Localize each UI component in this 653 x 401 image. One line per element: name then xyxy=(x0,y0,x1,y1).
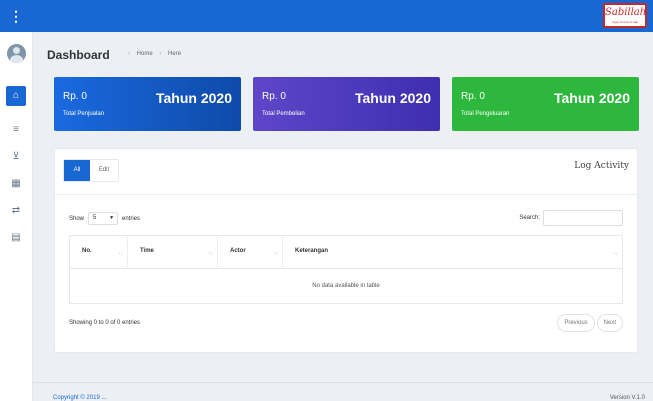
column-label: No. xyxy=(82,248,92,254)
entries-length-control: Show 5 ▼ entries xyxy=(69,212,140,225)
sales-year: Tahun 2020 xyxy=(156,90,232,106)
purchase-caption: Total Pembelian xyxy=(262,111,305,117)
breadcrumb: › Home › Here xyxy=(123,51,181,57)
divider xyxy=(55,194,637,195)
column-label: Actor xyxy=(230,248,246,254)
logo-subtitle: Agen Umroh & Haji xyxy=(612,20,638,24)
column-header-no[interactable]: No. ↑↓ xyxy=(70,236,128,268)
sidebar-item-transfer[interactable]: ⇄ xyxy=(6,201,26,221)
search-label: Search: xyxy=(519,215,540,221)
column-label: Time xyxy=(140,248,154,254)
breadcrumb-current: Here xyxy=(168,51,182,57)
sort-icon: ↑↓ xyxy=(208,251,213,257)
database-icon: ≡ xyxy=(13,124,19,135)
panel-title: Log Activity xyxy=(574,161,629,171)
brand-logo[interactable]: Sabillah Agen Umroh & Haji xyxy=(603,3,647,28)
sidebar: ⌂ ≡ ⊻ ▦ ⇄ ▤ xyxy=(0,32,33,401)
footer-version: Version V.1.0 xyxy=(609,395,645,401)
expense-year: Tahun 2020 xyxy=(554,90,630,106)
previous-button[interactable]: Previous xyxy=(557,314,595,332)
sidebar-item-home[interactable]: ⌂ xyxy=(6,86,26,106)
sales-amount: Rp. 0 xyxy=(63,91,87,102)
expense-summary-card: Rp. 0 Tahun 2020 Total Pengeluaran xyxy=(452,77,639,131)
sort-icon: ↑↓ xyxy=(613,251,618,257)
table-search: Search: xyxy=(519,210,623,226)
next-button[interactable]: Next xyxy=(596,314,623,332)
pagination: Previous Next xyxy=(557,314,623,332)
sidebar-item-report[interactable]: ▤ xyxy=(6,228,26,248)
kebab-menu-icon[interactable]: ⋮ xyxy=(8,6,24,26)
table-header: No. ↑↓ Time ↑↓ Actor ↑↓ Keterangan ↑↓ xyxy=(70,236,622,269)
report-icon: ▤ xyxy=(11,232,21,243)
empty-table-message: No data available in table xyxy=(312,283,380,289)
purchase-summary-card: Rp. 0 Tahun 2020 Total Pembelian xyxy=(253,77,440,131)
table-info: Showing 0 to 0 of 0 entries xyxy=(69,320,141,326)
user-avatar[interactable] xyxy=(7,44,26,63)
entries-select[interactable]: 5 ▼ xyxy=(88,212,119,225)
column-header-time[interactable]: Time ↑↓ xyxy=(128,236,218,268)
entries-value: 5 xyxy=(93,215,97,221)
search-input[interactable] xyxy=(543,210,623,226)
log-table: No. ↑↓ Time ↑↓ Actor ↑↓ Keterangan ↑↓ No dat… xyxy=(69,235,623,304)
sidebar-item-database[interactable]: ≡ xyxy=(6,120,26,140)
chevron-right-icon: › xyxy=(128,51,130,57)
page-title: Dashboard xyxy=(47,48,110,62)
sidebar-item-cart[interactable]: ⊻ xyxy=(6,147,26,167)
tab-edit[interactable]: Edit xyxy=(90,160,118,181)
sidebar-item-calendar[interactable]: ▦ xyxy=(6,174,26,194)
top-navbar: ⋮ Sabillah Agen Umroh & Haji xyxy=(0,0,653,32)
sort-icon: ↑↓ xyxy=(273,251,278,257)
tab-all[interactable]: All xyxy=(64,160,90,181)
show-label: Show xyxy=(69,215,85,222)
chevron-right-icon: › xyxy=(159,51,162,57)
expense-caption: Total Pengeluaran xyxy=(461,111,510,117)
transfer-icon: ⇄ xyxy=(11,205,21,216)
home-icon: ⌂ xyxy=(12,90,20,101)
caret-down-icon: ▼ xyxy=(109,215,115,221)
logo-text: Sabillah xyxy=(605,7,647,18)
purchase-year: Tahun 2020 xyxy=(355,90,431,106)
breadcrumb-home[interactable]: Home xyxy=(137,51,153,57)
sort-icon: ↑↓ xyxy=(118,251,123,257)
calendar-icon: ▦ xyxy=(11,178,21,189)
sales-summary-card: Rp. 0 Tahun 2020 Total Penjualan xyxy=(54,77,241,131)
footer-copyright[interactable]: Copyright © 2019 ... xyxy=(53,395,106,401)
log-activity-panel: All Edit Log Activity Show 5 ▼ entries S… xyxy=(54,148,638,353)
footer-divider xyxy=(33,382,653,383)
log-tabs: All Edit xyxy=(63,159,119,182)
column-label: Keterangan xyxy=(295,248,329,254)
expense-amount: Rp. 0 xyxy=(461,91,485,102)
column-header-keterangan[interactable]: Keterangan ↑↓ xyxy=(283,236,622,268)
column-header-actor[interactable]: Actor ↑↓ xyxy=(218,236,283,268)
purchase-amount: Rp. 0 xyxy=(262,91,286,102)
entries-label: entries xyxy=(122,215,141,222)
cart-icon: ⊻ xyxy=(12,151,20,162)
sales-caption: Total Penjualan xyxy=(63,111,105,117)
